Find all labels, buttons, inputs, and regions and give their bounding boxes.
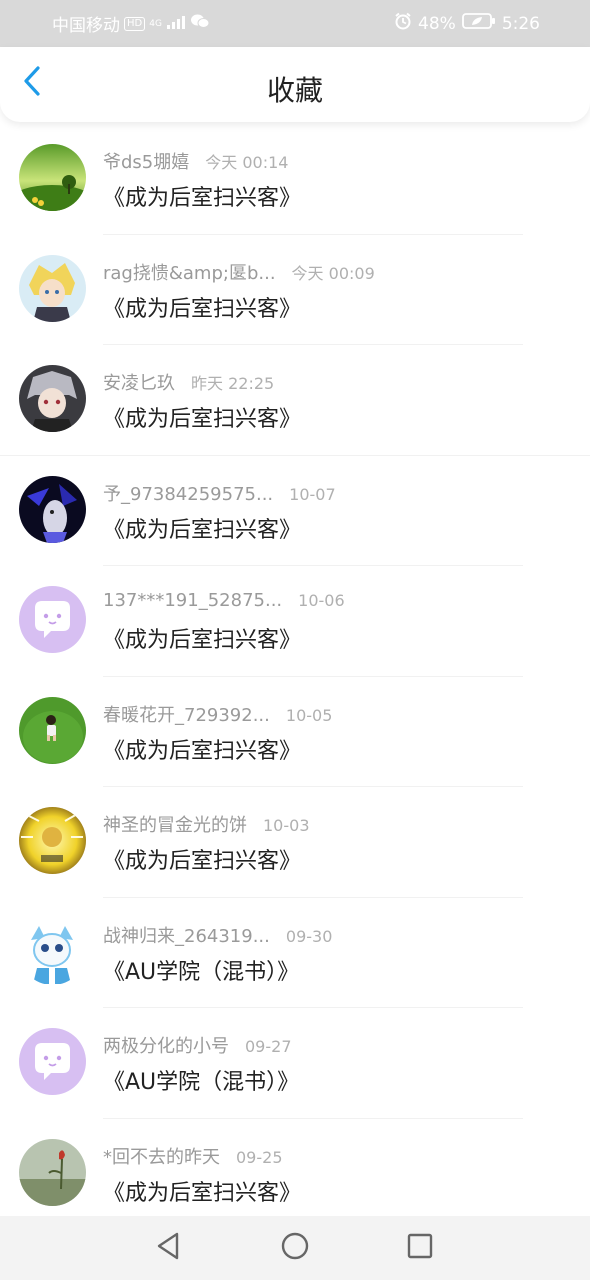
meta-line: 战神归来_264319... 09-30	[103, 922, 333, 947]
post-time: 09-30	[285, 926, 333, 946]
meta-line: 137***191_52875... 10-06	[103, 590, 345, 614]
avatar[interactable]	[19, 807, 86, 874]
meta-line: 神圣的冒金光的饼 10-03	[103, 811, 310, 836]
meta-line: 安凌匕玖 昨天 22:25	[103, 369, 275, 394]
user-name: 予_97384259575...	[103, 483, 274, 505]
nav-recents-button[interactable]	[400, 1228, 440, 1268]
default-chat-icon	[19, 1028, 86, 1095]
avatar[interactable]	[19, 1138, 86, 1206]
back-triangle-icon	[154, 1231, 182, 1265]
status-right: 48% 5:26	[394, 0, 540, 47]
book-title[interactable]: 《成为后室扫兴客》	[103, 291, 301, 323]
book-title[interactable]: 《成为后室扫兴客》	[103, 733, 301, 765]
meta-line: 春暖花开_729392... 10-05	[103, 701, 333, 726]
avatar[interactable]	[19, 917, 86, 985]
list-item[interactable]: 安凌匕玖 昨天 22:25 《成为后室扫兴客》	[0, 345, 590, 456]
meta-line: 两极分化的小号 09-27	[103, 1032, 292, 1057]
user-name: 神圣的冒金光的饼	[103, 815, 247, 836]
system-nav-bar	[0, 1216, 590, 1280]
book-title[interactable]: 《成为后室扫兴客》	[103, 512, 301, 544]
avatar[interactable]	[19, 696, 86, 764]
nav-home-button[interactable]	[275, 1228, 315, 1268]
user-name: 137***191_52875...	[103, 590, 283, 611]
book-title[interactable]: 《成为后室扫兴客》	[103, 622, 301, 654]
meta-line: *回不去的昨天 09-25	[103, 1143, 283, 1168]
meta-line: rag挠愦&amp;匽b... 今天 00:09	[103, 259, 375, 284]
avatar[interactable]	[19, 144, 86, 211]
avatar[interactable]	[19, 586, 86, 653]
list-item[interactable]: 神圣的冒金光的饼 10-03 《成为后室扫兴客》	[0, 787, 590, 898]
favorites-list: 爷ds5堋嬉 今天 00:14 《成为后室扫兴客》 rag挠愦&amp;匽b..…	[0, 124, 590, 1216]
battery-percent: 48%	[418, 13, 456, 34]
post-time: 今天 00:09	[291, 263, 375, 283]
battery-icon	[461, 13, 496, 34]
post-time: 10-03	[263, 816, 310, 835]
user-name: 战神归来_264319...	[103, 925, 270, 947]
post-time: 09-27	[245, 1037, 292, 1056]
post-time: 10-05	[285, 705, 333, 725]
user-name: 春暖花开_729392...	[103, 704, 270, 726]
meta-line: 爷ds5堋嬉 今天 00:14	[103, 148, 289, 173]
list-item[interactable]: 两极分化的小号 09-27 《AU学院（混书）》	[0, 1008, 590, 1119]
list-item[interactable]: 予_97384259575... 10-07 《成为后室扫兴客》	[0, 456, 590, 566]
user-name: 安凌匕玖	[103, 373, 175, 394]
nav-back-button[interactable]	[148, 1228, 188, 1268]
user-name: *回不去的昨天	[103, 1146, 220, 1168]
avatar[interactable]	[19, 365, 86, 432]
user-name: 爷ds5堋嬉	[103, 152, 190, 173]
list-item[interactable]: *回不去的昨天 09-25 《成为后室扫兴客》	[0, 1119, 590, 1217]
wechat-icon	[190, 13, 210, 34]
home-circle-icon	[280, 1231, 310, 1265]
post-time: 10-07	[289, 484, 336, 504]
default-chat-icon	[19, 586, 86, 653]
carrier-label: 中国移动	[52, 16, 120, 36]
status-bar: 中国移动 HD 4G 48% 5:26	[0, 0, 590, 47]
header: 收藏	[0, 47, 590, 122]
user-name: 两极分化的小号	[103, 1036, 229, 1057]
hd-badge: HD	[124, 16, 146, 31]
recents-square-icon	[406, 1232, 434, 1264]
user-name: rag挠愦&amp;匽b...	[103, 262, 276, 284]
book-title[interactable]: 《成为后室扫兴客》	[103, 401, 301, 433]
avatar[interactable]	[19, 1028, 86, 1095]
status-left: 中国移动 HD 4G	[52, 0, 210, 47]
alarm-icon	[394, 12, 412, 35]
post-time: 10-06	[298, 591, 345, 610]
post-time: 09-25	[236, 1147, 283, 1167]
status-time: 5:26	[501, 13, 540, 34]
book-title[interactable]: 《成为后室扫兴客》	[103, 1175, 301, 1207]
post-time: 昨天 22:25	[191, 374, 275, 393]
list-item[interactable]: 137***191_52875... 10-06 《成为后室扫兴客》	[0, 566, 590, 677]
list-item[interactable]: rag挠愦&amp;匽b... 今天 00:09 《成为后室扫兴客》	[0, 235, 590, 345]
post-time: 今天 00:14	[205, 153, 289, 172]
book-title[interactable]: 《AU学院（混书）》	[103, 1064, 299, 1096]
list-item[interactable]: 春暖花开_729392... 10-05 《成为后室扫兴客》	[0, 677, 590, 787]
book-title[interactable]: 《成为后室扫兴客》	[103, 843, 301, 875]
meta-line: 予_97384259575... 10-07	[103, 480, 336, 505]
book-title[interactable]: 《AU学院（混书）》	[103, 954, 299, 986]
book-title[interactable]: 《成为后室扫兴客》	[103, 180, 301, 212]
list-item[interactable]: 爷ds5堋嬉 今天 00:14 《成为后室扫兴客》	[0, 124, 590, 235]
avatar[interactable]	[19, 254, 86, 322]
page-title: 收藏	[266, 74, 323, 107]
network-type: 4G	[149, 18, 162, 29]
list-item[interactable]: 战神归来_264319... 09-30 《AU学院（混书）》	[0, 898, 590, 1008]
avatar[interactable]	[19, 475, 86, 543]
signal-icon	[166, 14, 186, 34]
